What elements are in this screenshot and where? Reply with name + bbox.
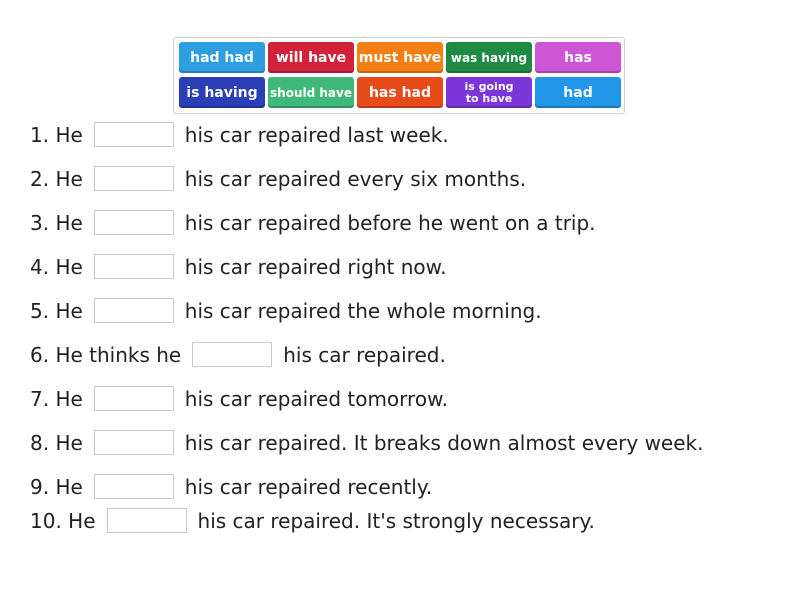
question-prefix: 1. He xyxy=(30,122,83,147)
question-prefix: 3. He xyxy=(30,210,83,235)
question-row: 4. He his car repaired right now. xyxy=(30,254,447,279)
question-prefix: 8. He xyxy=(30,430,83,455)
word-tile-is-going-to-have[interactable]: is going to have xyxy=(446,77,532,108)
question-row: 2. He his car repaired every six months. xyxy=(30,166,526,191)
question-suffix: his car repaired tomorrow. xyxy=(184,386,448,411)
question-row: 3. He his car repaired before he went on … xyxy=(30,210,596,235)
question-suffix: his car repaired every six months. xyxy=(184,166,527,191)
question-prefix: 7. He xyxy=(30,386,83,411)
question-prefix: 5. He xyxy=(30,298,83,323)
question-suffix: his car repaired. It's strongly necessar… xyxy=(197,508,595,533)
question-row: 8. He his car repaired. It breaks down al… xyxy=(30,430,703,455)
answer-blank[interactable] xyxy=(93,386,174,411)
question-suffix: his car repaired the whole morning. xyxy=(184,298,542,323)
answer-blank[interactable] xyxy=(93,254,174,279)
question-prefix: 9. He xyxy=(30,474,83,499)
question-prefix: 4. He xyxy=(30,254,83,279)
word-tile-has-had[interactable]: has had xyxy=(357,77,443,108)
answer-blank[interactable] xyxy=(93,210,174,235)
answer-blank[interactable] xyxy=(93,166,174,191)
question-suffix: his car repaired right now. xyxy=(184,254,447,279)
question-row: 10. He his car repaired. It's strongly ne… xyxy=(30,508,595,533)
question-suffix: his car repaired before he went on a tri… xyxy=(184,210,596,235)
word-tile-had[interactable]: had xyxy=(535,77,621,108)
question-row: 9. He his car repaired recently. xyxy=(30,474,432,499)
answer-blank[interactable] xyxy=(93,430,174,455)
question-row: 1. He his car repaired last week. xyxy=(30,122,449,147)
answer-blank[interactable] xyxy=(93,122,174,147)
question-prefix: 2. He xyxy=(30,166,83,191)
question-suffix: his car repaired. It breaks down almost … xyxy=(184,430,704,455)
answer-blank[interactable] xyxy=(93,474,174,499)
question-suffix: his car repaired last week. xyxy=(184,122,449,147)
answer-blank[interactable] xyxy=(106,508,187,533)
question-prefix: 10. He xyxy=(30,508,96,533)
question-row: 5. He his car repaired the whole morning. xyxy=(30,298,542,323)
word-bank: had had will have must have was having h… xyxy=(173,37,625,114)
answer-blank[interactable] xyxy=(192,342,273,367)
question-row: 7. He his car repaired tomorrow. xyxy=(30,386,448,411)
word-tile-has[interactable]: has xyxy=(535,42,621,73)
word-tile-must-have[interactable]: must have xyxy=(357,42,443,73)
question-prefix: 6. He thinks he xyxy=(30,342,182,367)
word-tile-will-have[interactable]: will have xyxy=(268,42,354,73)
word-tile-was-having[interactable]: was having xyxy=(446,42,532,73)
word-tile-is-having[interactable]: is having xyxy=(179,77,265,108)
question-suffix: his car repaired. xyxy=(283,342,446,367)
word-tile-had-had[interactable]: had had xyxy=(179,42,265,73)
question-row: 6. He thinks he his car repaired. xyxy=(30,342,446,367)
word-tile-should-have[interactable]: should have xyxy=(268,77,354,108)
answer-blank[interactable] xyxy=(93,298,174,323)
question-suffix: his car repaired recently. xyxy=(184,474,433,499)
